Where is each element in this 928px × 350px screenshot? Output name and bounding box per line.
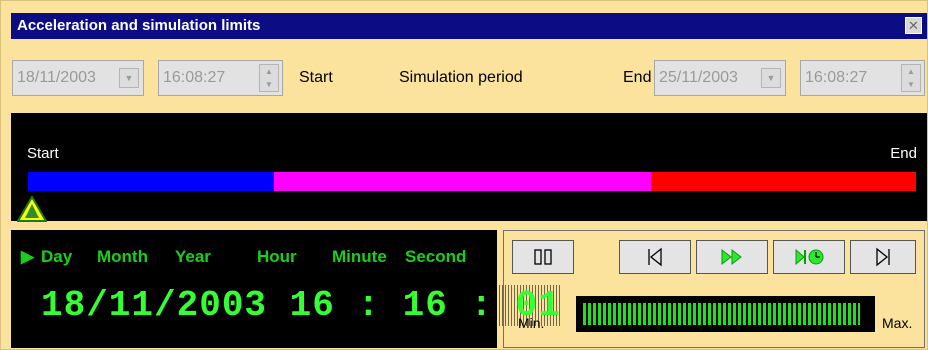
speed-min-label: Min. bbox=[518, 315, 545, 331]
start-label: Start bbox=[299, 69, 333, 86]
step-forward-button[interactable] bbox=[850, 240, 916, 274]
speed-level-fill bbox=[583, 303, 860, 325]
step-back-button[interactable] bbox=[619, 240, 691, 274]
fast-forward-button[interactable] bbox=[696, 240, 768, 274]
start-time-field[interactable]: 16:08:27 ▲ ▼ bbox=[158, 60, 283, 96]
speed-slider[interactable] bbox=[576, 296, 875, 332]
chevron-down-icon[interactable]: ▼ bbox=[119, 68, 139, 88]
clock-value: 18/11/2003 16 : 16 : 01 bbox=[41, 285, 561, 326]
timeline-start-label: Start bbox=[27, 145, 59, 162]
start-time-value: 16:08:27 bbox=[163, 69, 226, 86]
skip-end-icon bbox=[876, 247, 890, 267]
pause-button[interactable] bbox=[512, 240, 574, 274]
close-icon[interactable]: ✕ bbox=[905, 17, 922, 34]
month-header: Month bbox=[97, 247, 148, 266]
speed-max-label: Max. bbox=[882, 315, 913, 331]
end-time-value: 16:08:27 bbox=[805, 69, 868, 86]
timeline-bar[interactable] bbox=[28, 172, 916, 191]
end-date-field[interactable]: 25/11/2003 ▼ bbox=[654, 60, 786, 96]
acceleration-window: Acceleration and simulation limits ✕ 18/… bbox=[0, 0, 928, 350]
timeline-end-label: End bbox=[890, 145, 917, 162]
start-date-value: 18/11/2003 bbox=[17, 69, 96, 86]
start-time-spinner[interactable]: ▲ ▼ bbox=[259, 64, 279, 92]
hour-header: Hour bbox=[257, 247, 297, 266]
second-header: Second bbox=[405, 247, 467, 266]
year-header: Year bbox=[175, 247, 211, 266]
play-timed-button[interactable] bbox=[773, 240, 845, 274]
simulation-period-label: Simulation period bbox=[399, 69, 523, 86]
clock-marker-icon: ▶ bbox=[21, 247, 35, 266]
pause-icon bbox=[534, 249, 552, 265]
clock-display: ▶ Day Month Year Hour Minute Second 18/1… bbox=[11, 230, 561, 348]
day-header: Day bbox=[41, 247, 73, 266]
end-date-value: 25/11/2003 bbox=[659, 69, 738, 86]
timeline-segment-2 bbox=[651, 172, 916, 191]
window-title: Acceleration and simulation limits bbox=[17, 17, 261, 34]
timeline-segment-1 bbox=[273, 172, 652, 191]
skip-start-icon bbox=[648, 247, 662, 267]
timeline-segment-0 bbox=[28, 172, 274, 191]
timeline-cursor-icon[interactable] bbox=[17, 196, 47, 222]
simulation-timeline[interactable]: Start End bbox=[11, 113, 927, 222]
playback-panel: Min. Max. bbox=[503, 230, 925, 348]
play-clock-icon bbox=[795, 248, 824, 266]
start-date-field[interactable]: 18/11/2003 ▼ bbox=[12, 60, 144, 96]
end-time-field[interactable]: 16:08:27 ▲ ▼ bbox=[800, 60, 925, 96]
minute-header: Minute bbox=[332, 247, 387, 266]
title-bar: Acceleration and simulation limits ✕ bbox=[11, 13, 927, 39]
end-time-spinner[interactable]: ▲ ▼ bbox=[901, 64, 921, 92]
end-label: End bbox=[623, 69, 652, 86]
fast-forward-icon bbox=[721, 248, 742, 266]
chevron-down-icon[interactable]: ▼ bbox=[761, 68, 781, 88]
